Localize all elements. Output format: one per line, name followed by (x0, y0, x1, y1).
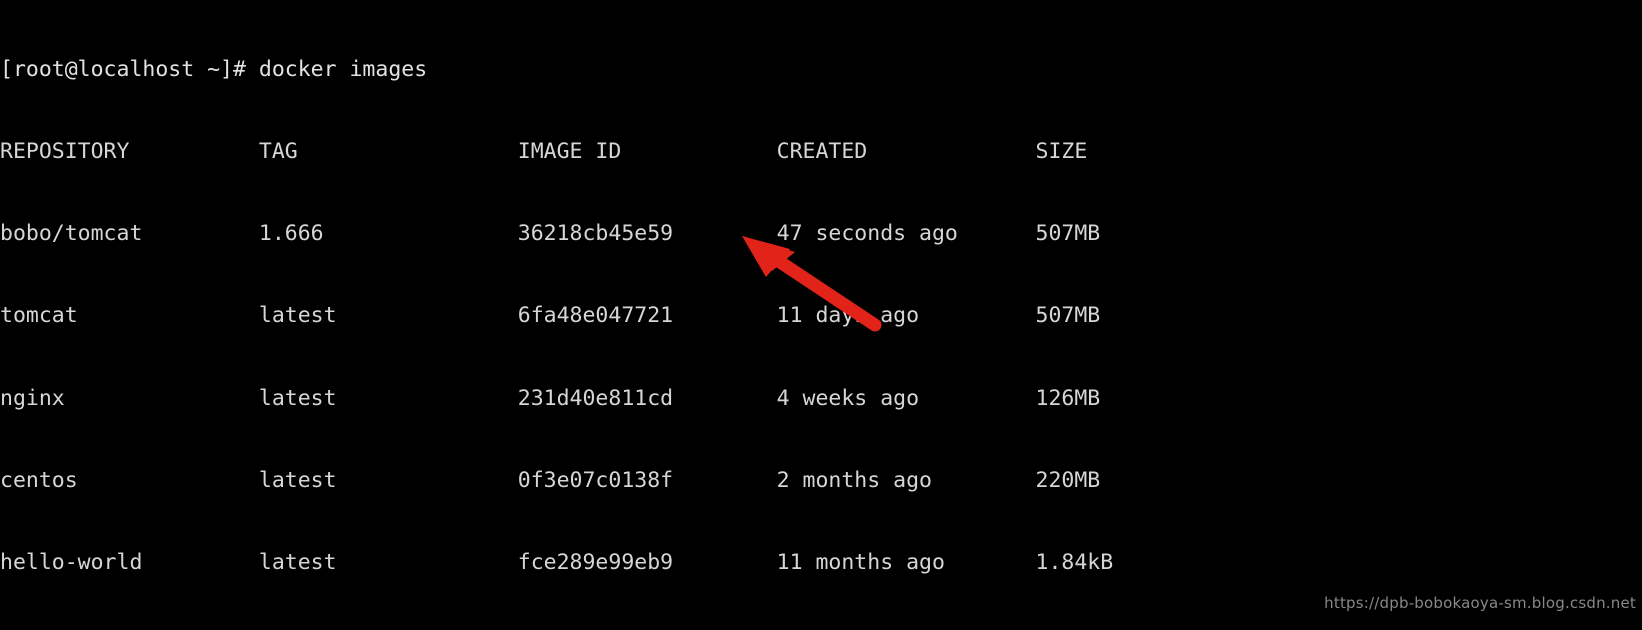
table-row: tomcat latest 6fa48e047721 11 days ago 5… (0, 303, 1101, 329)
terminal-screen[interactable]: [root@localhost ~]# docker images REPOSI… (0, 0, 1642, 630)
table-row: centos latest 0f3e07c0138f 2 months ago … (0, 467, 1101, 493)
table-row: bobo/tomcat 1.666 36218cb45e59 47 second… (0, 221, 1101, 247)
table-row: hello-world latest fce289e99eb9 11 month… (0, 550, 1114, 576)
terminal-window[interactable]: [root@localhost ~]# docker images REPOSI… (0, 0, 1642, 630)
table-row: nginx latest 231d40e811cd 4 weeks ago 12… (0, 385, 1101, 411)
terminal-line-command-docker-images: [root@localhost ~]# docker images (0, 56, 428, 82)
terminal-line-images-table-header: REPOSITORY TAG IMAGE ID CREATED SIZE (0, 139, 1088, 165)
